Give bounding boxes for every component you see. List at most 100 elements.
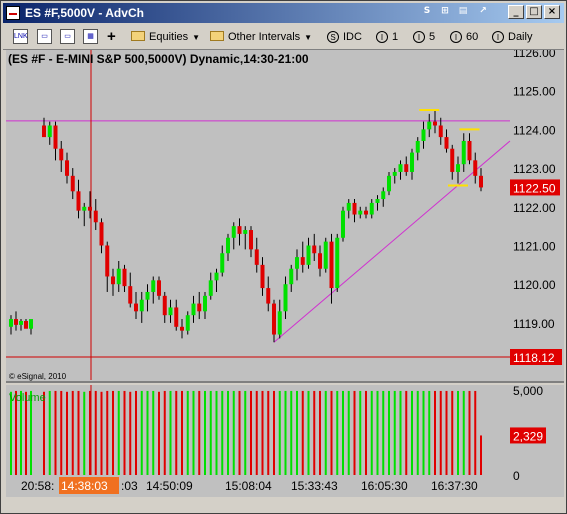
volume-bar [342,390,344,475]
candle-body [277,311,282,335]
candle-body [404,164,409,172]
candle-body [29,319,33,329]
volume-bar [48,390,51,475]
volume-bar [278,390,281,475]
candle-body [283,284,288,312]
volume-bar [411,390,413,475]
price-tick-label: 1124.00 [513,123,556,137]
interval-5-button[interactable]: I5 [413,28,435,46]
candle-body [461,140,466,165]
candle-body [312,245,317,254]
interval-5-label: 5 [429,31,436,43]
candle-body [295,257,299,269]
volume-bar [186,390,189,475]
minimize-button[interactable]: _ [508,5,524,19]
volume-bar [232,390,235,475]
interval-60-button[interactable]: I 60 [450,28,478,46]
export-icon[interactable]: ↗ [476,5,490,19]
candle-body [47,125,52,138]
volume-bar [100,391,103,475]
volume-bar [238,390,241,475]
volume-bar [290,390,293,475]
candle-body [444,137,449,149]
volume-bar [192,390,195,475]
candle-body [180,326,184,331]
volume-bar [163,390,166,475]
idc-button[interactable]: S IDC [327,28,362,46]
time-tick-label: 16:05:30 [361,479,408,493]
volume-bar [60,390,63,475]
candle-body [381,191,386,200]
idc-label: IDC [343,31,362,43]
candle-body [82,206,87,211]
candle-body [352,202,357,215]
candle-body [415,140,420,153]
volume-bar [434,390,436,475]
volume-bar [140,390,143,475]
maximize-button[interactable]: □ [526,5,542,19]
chevron-down-icon: ▼ [304,33,313,42]
volume-bar [267,390,270,475]
volume-bar [474,390,477,475]
volume-bar [307,390,310,475]
candle-body [364,210,368,215]
candle-body [76,191,81,211]
candle-body [318,253,322,269]
app-icon[interactable] [6,6,20,20]
close-button[interactable]: × [544,5,560,19]
candle-body [134,303,138,312]
chart-title: (ES #F - E-MINI S&P 500,5000V) Dynamic,1… [8,52,309,66]
volume-bar [353,390,356,475]
link-icon[interactable]: LNK [13,29,28,44]
interval-daily-button[interactable]: I Daily [492,28,532,46]
equities-dropdown[interactable]: Equities ▼ [131,28,200,46]
last-volume-label: 2,329 [513,429,543,443]
candle-body [14,319,18,325]
time-tick-label: 14:50:09 [146,479,193,493]
candle-body [168,307,173,316]
candle-body [128,286,133,304]
volume-bar [250,390,252,475]
volume-bar [209,390,212,475]
copy-icon[interactable]: ▭ [37,29,52,44]
price-pane [6,50,510,381]
volume-bar [215,390,218,475]
price-tick-label: 1123.00 [513,162,556,176]
interval-1-button[interactable]: I1 [376,28,398,46]
chart-area[interactable]: 1126.00 1125.00 1124.00 1123.00 1122.00 1121.… [3,50,564,497]
paste-icon[interactable]: ▭ [60,29,75,44]
candle-body [231,226,236,238]
properties-icon[interactable]: ▦ [83,29,98,44]
link-icon[interactable]: S [420,5,434,19]
candle-body [369,202,374,215]
time-tick-label: 16:37:30 [431,479,478,493]
volume-bar [370,390,373,475]
chart-window: ES #F,5000V - AdvCh S ⊞ ▤ ↗ _ □ × LNK ▭ … [0,0,567,514]
candle-body [335,237,340,289]
volume-bar [428,390,431,475]
candle-body [323,241,328,269]
price-tick-label: 1119.00 [513,317,555,331]
volume-bar [480,435,482,475]
volume-tick-label: 5,000 [513,384,543,398]
candle-body [116,268,121,285]
volume-bar [71,390,74,475]
title-bar: ES #F,5000V - AdvCh S ⊞ ▤ ↗ _ □ × [3,3,564,23]
candle-body [306,245,311,265]
volume-bar [66,391,68,475]
interval-1-label: 1 [392,31,399,43]
candle-body [157,280,161,296]
candle-body [19,320,23,325]
volume-bar [416,390,419,475]
add-icon[interactable]: + [107,28,116,46]
candle-body [260,264,265,289]
sync-icon[interactable]: ⊞ [438,5,452,19]
volume-bar [123,390,126,475]
candle-body [9,319,13,327]
arrange-icon[interactable]: ▤ [456,5,470,19]
candle-body [341,210,345,238]
other-intervals-dropdown[interactable]: Other Intervals ▼ [210,28,312,46]
candle-body [387,175,391,192]
price-tick-label: 1121.00 [513,240,556,254]
candle-body [24,320,28,329]
